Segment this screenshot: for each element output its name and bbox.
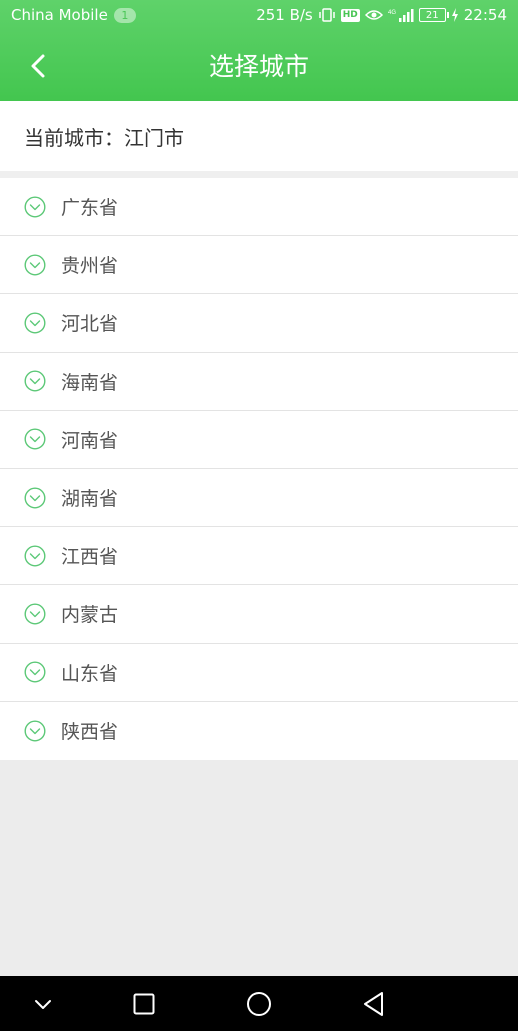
chevron-down-circle-icon xyxy=(24,661,46,683)
nav-recents-button[interactable] xyxy=(124,985,164,1023)
nav-back-button[interactable] xyxy=(354,985,394,1023)
province-label: 湖南省 xyxy=(61,488,119,511)
status-left: China Mobile 1 xyxy=(11,6,136,24)
clock-time: 22:54 xyxy=(463,6,507,24)
vibrate-icon xyxy=(318,7,336,23)
province-item-shaanxi[interactable]: 陕西省 xyxy=(0,702,518,760)
hd-icon: HD xyxy=(340,8,360,22)
square-icon xyxy=(133,993,155,1015)
current-city-label: 当前城市：江门市 xyxy=(24,125,184,150)
section-divider xyxy=(0,171,518,178)
screen: China Mobile 1 251 B/s HD 4G 21 22:54 选择… xyxy=(0,0,518,1031)
province-list: 广东省 贵州省 河北省 海南省 河南省 湖南省 江西省 内蒙古 山东省 陕西省 xyxy=(0,178,518,760)
province-item-guizhou[interactable]: 贵州省 xyxy=(0,236,518,295)
province-item-hebei[interactable]: 河北省 xyxy=(0,294,518,353)
nav-home-button[interactable] xyxy=(239,985,279,1023)
province-label: 广东省 xyxy=(61,197,119,220)
triangle-left-icon xyxy=(364,992,383,1016)
status-bar: China Mobile 1 251 B/s HD 4G 21 22:54 xyxy=(0,0,518,32)
status-right: 251 B/s HD 4G 21 22:54 xyxy=(256,6,507,24)
chevron-down-circle-icon xyxy=(24,428,46,450)
chevron-down-circle-icon xyxy=(24,196,46,218)
eye-icon xyxy=(364,7,383,23)
province-label: 陕西省 xyxy=(61,721,119,744)
svg-text:4G: 4G xyxy=(388,10,396,16)
notification-badge: 1 xyxy=(113,7,136,23)
province-label: 山东省 xyxy=(61,662,119,685)
province-item-hainan[interactable]: 海南省 xyxy=(0,353,518,411)
current-city-row: 当前城市：江门市 xyxy=(0,101,518,171)
province-item-henan[interactable]: 河南省 xyxy=(0,411,518,469)
battery-icon: 21 xyxy=(418,8,449,22)
title-bar: 选择城市 xyxy=(0,32,518,101)
chevron-down-circle-icon xyxy=(24,370,46,392)
network-speed: 251 B/s xyxy=(256,6,313,24)
navigation-bar xyxy=(0,976,518,1031)
charging-icon xyxy=(451,7,459,23)
header: China Mobile 1 251 B/s HD 4G 21 22:54 选择… xyxy=(0,0,518,101)
province-item-jiangxi[interactable]: 江西省 xyxy=(0,527,518,586)
carrier-name: China Mobile xyxy=(11,6,108,24)
nav-hide-button[interactable] xyxy=(23,985,63,1023)
chevron-down-circle-icon xyxy=(24,487,46,509)
chevron-down-circle-icon xyxy=(24,603,46,625)
province-item-guangdong[interactable]: 广东省 xyxy=(0,178,518,237)
province-label: 江西省 xyxy=(61,546,119,569)
signal-icon: 4G xyxy=(388,7,414,23)
province-item-hunan[interactable]: 湖南省 xyxy=(0,469,518,528)
page-title: 选择城市 xyxy=(208,52,309,81)
province-item-inner-mongolia[interactable]: 内蒙古 xyxy=(0,585,518,644)
province-label: 河南省 xyxy=(61,429,119,452)
province-label: 内蒙古 xyxy=(61,604,119,627)
chevron-down-circle-icon xyxy=(24,312,46,334)
chevron-down-circle-icon xyxy=(24,254,46,276)
chevron-down-circle-icon xyxy=(24,720,46,742)
chevron-down-icon xyxy=(35,1000,51,1009)
province-label: 贵州省 xyxy=(61,255,119,278)
province-label: 河北省 xyxy=(61,313,119,336)
province-item-shandong[interactable]: 山东省 xyxy=(0,644,518,702)
circle-icon xyxy=(247,992,271,1016)
chevron-down-circle-icon xyxy=(24,545,46,567)
province-label: 海南省 xyxy=(61,371,119,394)
